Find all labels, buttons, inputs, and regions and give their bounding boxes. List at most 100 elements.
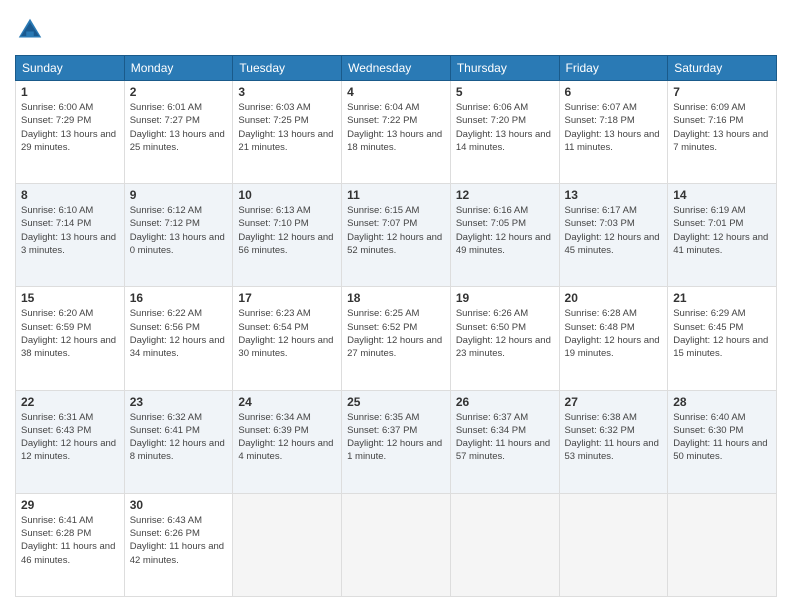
table-row: 7 Sunrise: 6:09 AM Sunset: 7:16 PM Dayli… (668, 81, 777, 184)
day-info: Sunrise: 6:17 AM Sunset: 7:03 PM Dayligh… (565, 204, 663, 257)
table-row (342, 493, 451, 596)
page: Sunday Monday Tuesday Wednesday Thursday… (0, 0, 792, 612)
sunrise-label: Sunrise: 6:12 AM (130, 205, 202, 216)
daylight-label: Daylight: 12 hours and 45 minutes. (565, 232, 660, 256)
table-row: 15 Sunrise: 6:20 AM Sunset: 6:59 PM Dayl… (16, 287, 125, 390)
daylight-label: Daylight: 13 hours and 14 minutes. (456, 129, 551, 153)
day-number: 2 (130, 85, 228, 99)
sunset-label: Sunset: 6:34 PM (456, 425, 526, 436)
sunrise-label: Sunrise: 6:16 AM (456, 205, 528, 216)
daylight-label: Daylight: 13 hours and 21 minutes. (238, 129, 333, 153)
table-row: 6 Sunrise: 6:07 AM Sunset: 7:18 PM Dayli… (559, 81, 668, 184)
sunset-label: Sunset: 7:10 PM (238, 218, 308, 229)
daylight-label: Daylight: 13 hours and 0 minutes. (130, 232, 225, 256)
day-number: 13 (565, 188, 663, 202)
day-info: Sunrise: 6:28 AM Sunset: 6:48 PM Dayligh… (565, 307, 663, 360)
daylight-label: Daylight: 11 hours and 42 minutes. (130, 541, 224, 565)
day-number: 30 (130, 498, 228, 512)
col-tuesday: Tuesday (233, 56, 342, 81)
day-info: Sunrise: 6:06 AM Sunset: 7:20 PM Dayligh… (456, 101, 554, 154)
day-info: Sunrise: 6:29 AM Sunset: 6:45 PM Dayligh… (673, 307, 771, 360)
daylight-label: Daylight: 12 hours and 27 minutes. (347, 335, 442, 359)
col-friday: Friday (559, 56, 668, 81)
day-info: Sunrise: 6:37 AM Sunset: 6:34 PM Dayligh… (456, 411, 554, 464)
sunset-label: Sunset: 6:30 PM (673, 425, 743, 436)
sunrise-label: Sunrise: 6:01 AM (130, 102, 202, 113)
day-number: 29 (21, 498, 119, 512)
sunrise-label: Sunrise: 6:15 AM (347, 205, 419, 216)
daylight-label: Daylight: 13 hours and 18 minutes. (347, 129, 442, 153)
table-row: 25 Sunrise: 6:35 AM Sunset: 6:37 PM Dayl… (342, 390, 451, 493)
daylight-label: Daylight: 11 hours and 53 minutes. (565, 438, 659, 462)
calendar-week-row: 22 Sunrise: 6:31 AM Sunset: 6:43 PM Dayl… (16, 390, 777, 493)
day-info: Sunrise: 6:25 AM Sunset: 6:52 PM Dayligh… (347, 307, 445, 360)
sunset-label: Sunset: 7:12 PM (130, 218, 200, 229)
day-info: Sunrise: 6:15 AM Sunset: 7:07 PM Dayligh… (347, 204, 445, 257)
sunrise-label: Sunrise: 6:06 AM (456, 102, 528, 113)
daylight-label: Daylight: 13 hours and 7 minutes. (673, 129, 768, 153)
col-thursday: Thursday (450, 56, 559, 81)
day-info: Sunrise: 6:04 AM Sunset: 7:22 PM Dayligh… (347, 101, 445, 154)
table-row: 22 Sunrise: 6:31 AM Sunset: 6:43 PM Dayl… (16, 390, 125, 493)
day-number: 20 (565, 291, 663, 305)
day-info: Sunrise: 6:41 AM Sunset: 6:28 PM Dayligh… (21, 514, 119, 567)
sunset-label: Sunset: 6:45 PM (673, 322, 743, 333)
day-info: Sunrise: 6:01 AM Sunset: 7:27 PM Dayligh… (130, 101, 228, 154)
day-info: Sunrise: 6:16 AM Sunset: 7:05 PM Dayligh… (456, 204, 554, 257)
table-row (559, 493, 668, 596)
day-info: Sunrise: 6:35 AM Sunset: 6:37 PM Dayligh… (347, 411, 445, 464)
sunset-label: Sunset: 6:54 PM (238, 322, 308, 333)
sunset-label: Sunset: 7:22 PM (347, 115, 417, 126)
sunrise-label: Sunrise: 6:13 AM (238, 205, 310, 216)
daylight-label: Daylight: 12 hours and 23 minutes. (456, 335, 551, 359)
day-info: Sunrise: 6:19 AM Sunset: 7:01 PM Dayligh… (673, 204, 771, 257)
day-info: Sunrise: 6:43 AM Sunset: 6:26 PM Dayligh… (130, 514, 228, 567)
calendar-week-row: 1 Sunrise: 6:00 AM Sunset: 7:29 PM Dayli… (16, 81, 777, 184)
col-monday: Monday (124, 56, 233, 81)
table-row: 29 Sunrise: 6:41 AM Sunset: 6:28 PM Dayl… (16, 493, 125, 596)
daylight-label: Daylight: 13 hours and 11 minutes. (565, 129, 660, 153)
daylight-label: Daylight: 12 hours and 1 minute. (347, 438, 442, 462)
sunrise-label: Sunrise: 6:26 AM (456, 308, 528, 319)
calendar-table: Sunday Monday Tuesday Wednesday Thursday… (15, 55, 777, 597)
daylight-label: Daylight: 12 hours and 4 minutes. (238, 438, 333, 462)
sunrise-label: Sunrise: 6:34 AM (238, 412, 310, 423)
day-number: 18 (347, 291, 445, 305)
col-saturday: Saturday (668, 56, 777, 81)
sunset-label: Sunset: 6:43 PM (21, 425, 91, 436)
sunset-label: Sunset: 7:05 PM (456, 218, 526, 229)
daylight-label: Daylight: 12 hours and 30 minutes. (238, 335, 333, 359)
day-number: 27 (565, 395, 663, 409)
day-info: Sunrise: 6:31 AM Sunset: 6:43 PM Dayligh… (21, 411, 119, 464)
calendar-header-row: Sunday Monday Tuesday Wednesday Thursday… (16, 56, 777, 81)
day-number: 9 (130, 188, 228, 202)
sunrise-label: Sunrise: 6:35 AM (347, 412, 419, 423)
day-number: 6 (565, 85, 663, 99)
sunset-label: Sunset: 7:14 PM (21, 218, 91, 229)
sunrise-label: Sunrise: 6:38 AM (565, 412, 637, 423)
daylight-label: Daylight: 13 hours and 3 minutes. (21, 232, 116, 256)
day-info: Sunrise: 6:00 AM Sunset: 7:29 PM Dayligh… (21, 101, 119, 154)
day-number: 12 (456, 188, 554, 202)
table-row: 16 Sunrise: 6:22 AM Sunset: 6:56 PM Dayl… (124, 287, 233, 390)
day-number: 25 (347, 395, 445, 409)
day-number: 10 (238, 188, 336, 202)
day-number: 23 (130, 395, 228, 409)
sunrise-label: Sunrise: 6:07 AM (565, 102, 637, 113)
sunrise-label: Sunrise: 6:19 AM (673, 205, 745, 216)
sunrise-label: Sunrise: 6:40 AM (673, 412, 745, 423)
daylight-label: Daylight: 12 hours and 52 minutes. (347, 232, 442, 256)
day-info: Sunrise: 6:12 AM Sunset: 7:12 PM Dayligh… (130, 204, 228, 257)
table-row: 14 Sunrise: 6:19 AM Sunset: 7:01 PM Dayl… (668, 184, 777, 287)
daylight-label: Daylight: 11 hours and 57 minutes. (456, 438, 550, 462)
table-row (668, 493, 777, 596)
day-info: Sunrise: 6:10 AM Sunset: 7:14 PM Dayligh… (21, 204, 119, 257)
day-info: Sunrise: 6:23 AM Sunset: 6:54 PM Dayligh… (238, 307, 336, 360)
table-row: 13 Sunrise: 6:17 AM Sunset: 7:03 PM Dayl… (559, 184, 668, 287)
table-row: 20 Sunrise: 6:28 AM Sunset: 6:48 PM Dayl… (559, 287, 668, 390)
table-row: 8 Sunrise: 6:10 AM Sunset: 7:14 PM Dayli… (16, 184, 125, 287)
day-info: Sunrise: 6:34 AM Sunset: 6:39 PM Dayligh… (238, 411, 336, 464)
table-row: 3 Sunrise: 6:03 AM Sunset: 7:25 PM Dayli… (233, 81, 342, 184)
daylight-label: Daylight: 12 hours and 41 minutes. (673, 232, 768, 256)
daylight-label: Daylight: 11 hours and 46 minutes. (21, 541, 115, 565)
